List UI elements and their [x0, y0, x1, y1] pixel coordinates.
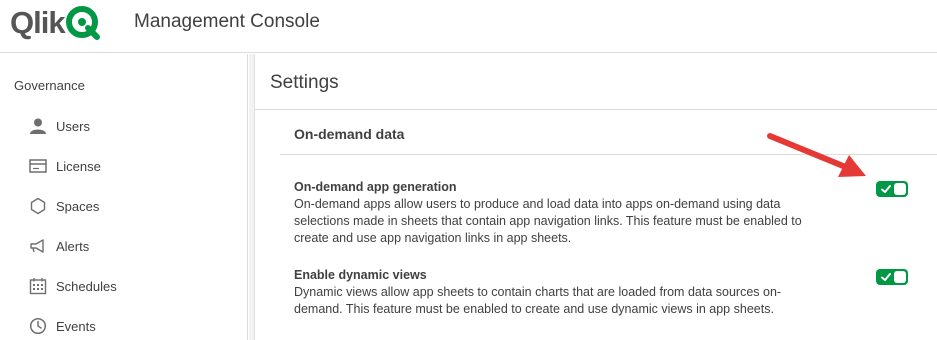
sidebar-item-license[interactable]: License: [28, 154, 238, 178]
checkmark-icon: [881, 185, 891, 193]
sidebar-item-label: Schedules: [56, 278, 117, 294]
sidebar-item-label: Events: [56, 318, 96, 334]
qlik-q-icon: [65, 6, 100, 40]
title-divider: [255, 109, 937, 110]
sidebar-item-label: Alerts: [56, 238, 90, 254]
sidebar-item-label: Users: [56, 118, 90, 134]
toggle-knob: [894, 271, 906, 283]
page-title: Settings: [270, 72, 339, 93]
enable-dynamic-views-toggle[interactable]: [876, 269, 908, 285]
on-demand-app-generation-toggle[interactable]: [876, 181, 908, 197]
clock-icon: [28, 316, 48, 336]
qlik-logo[interactable]: Qlik: [10, 5, 100, 41]
calendar-icon: [28, 276, 48, 296]
sidebar-item-label: License: [56, 158, 101, 174]
checkmark-icon: [881, 273, 891, 281]
setting-description: On-demand apps allow users to produce an…: [294, 197, 802, 245]
sidebar-item-events[interactable]: Events: [28, 314, 238, 338]
sidebar-item-schedules[interactable]: Schedules: [28, 274, 238, 298]
annotation-arrow-icon: [767, 133, 866, 177]
sidebar-item-alerts[interactable]: Alerts: [28, 234, 238, 258]
sidebar-resize-handle[interactable]: [249, 54, 255, 340]
toggle-knob: [894, 183, 906, 195]
setting-title: On-demand app generation: [294, 180, 457, 194]
top-bar: Qlik Management Console: [0, 0, 937, 53]
sidebar-item-users[interactable]: Users: [28, 114, 238, 138]
app-title: Management Console: [134, 11, 320, 32]
sidebar-item-spaces[interactable]: Spaces: [28, 194, 238, 218]
spaces-icon: [28, 196, 48, 216]
user-icon: [28, 116, 48, 136]
sidebar-item-label: Spaces: [56, 198, 100, 214]
setting-on-demand-app-generation: On-demand app generation On-demand apps …: [294, 179, 824, 247]
setting-description: Dynamic views allow app sheets to contai…: [294, 285, 782, 316]
setting-enable-dynamic-views: Enable dynamic views Dynamic views allow…: [294, 267, 824, 318]
license-icon: [28, 156, 48, 176]
section-title: On-demand data: [294, 126, 405, 142]
setting-title: Enable dynamic views: [294, 268, 427, 282]
sidebar-section-governance: Governance: [14, 78, 85, 93]
logo-text: Qlik: [10, 5, 66, 40]
alerts-icon: [28, 236, 48, 256]
